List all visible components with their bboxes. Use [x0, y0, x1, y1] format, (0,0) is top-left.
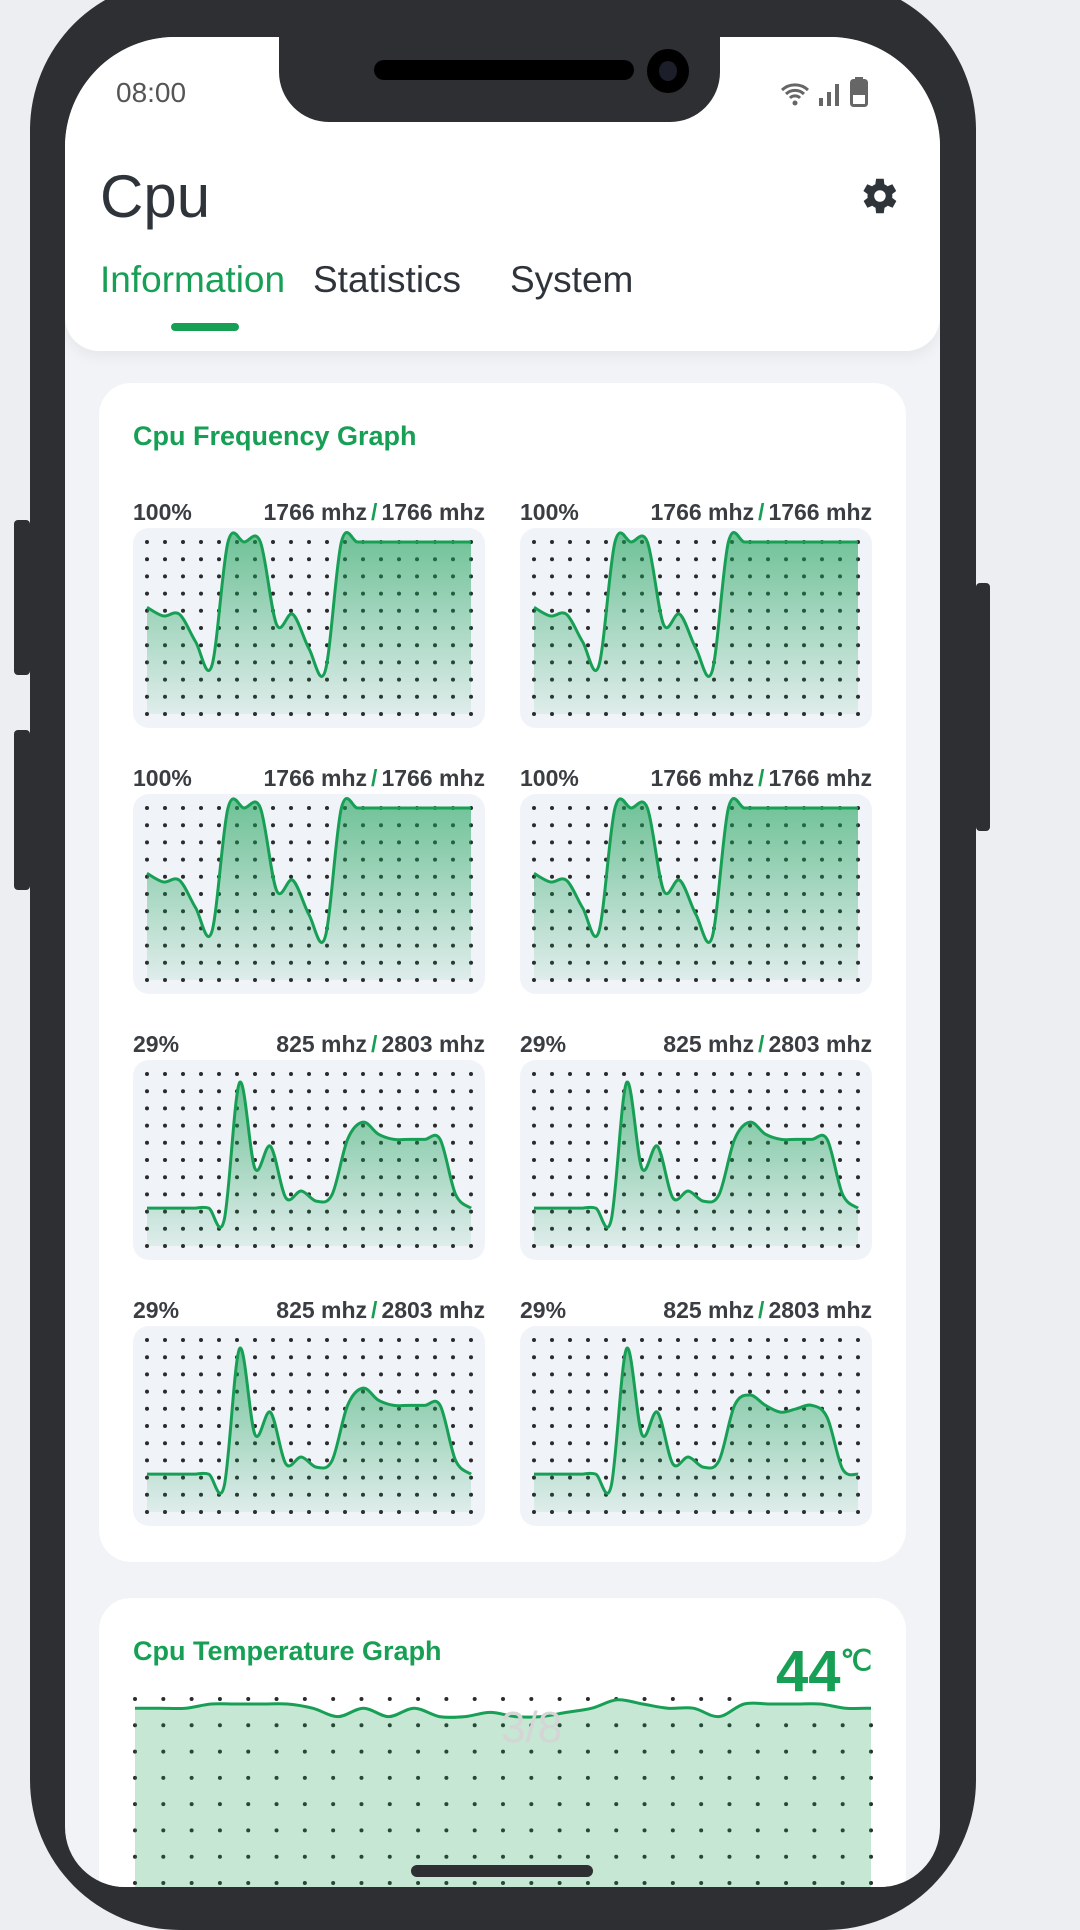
core-frequency: 825 mhz/2803 mhz [663, 1297, 872, 1324]
status-time: 08:00 [116, 77, 187, 108]
core-max-frequency: 2803 mhz [381, 1297, 485, 1323]
core-label: 100% 1766 mhz/1766 mhz [520, 765, 872, 795]
separator: / [758, 499, 765, 525]
core-current-frequency: 825 mhz [276, 1031, 368, 1057]
core-current-frequency: 1766 mhz [263, 499, 368, 525]
separator: / [371, 765, 378, 791]
core-current-frequency: 1766 mhz [263, 765, 368, 791]
frequency-card: Cpu Frequency Graph 100% 1766 mhz/1766 mh… [99, 383, 906, 1562]
core-label: 29% 825 mhz/2803 mhz [133, 1031, 485, 1061]
separator: / [758, 1297, 765, 1323]
core-percent: 100% [133, 765, 192, 791]
core-frequency-graph [133, 1326, 485, 1526]
notch [279, 37, 720, 122]
core-max-frequency: 2803 mhz [768, 1031, 872, 1057]
core-frequency-graph [133, 528, 485, 728]
core-label: 29% 825 mhz/2803 mhz [520, 1031, 872, 1061]
core-current-frequency: 825 mhz [663, 1297, 755, 1323]
core-label: 100% 1766 mhz/1766 mhz [133, 499, 485, 529]
battery-icon [850, 77, 868, 107]
active-tab-indicator [171, 323, 239, 331]
speaker [374, 60, 634, 80]
core-percent: 100% [520, 499, 579, 525]
core-max-frequency: 2803 mhz [381, 1031, 485, 1057]
core-frequency: 825 mhz/2803 mhz [276, 1031, 485, 1058]
separator: / [371, 499, 378, 525]
core-percent: 29% [133, 1297, 180, 1323]
core-frequency-graph [520, 794, 872, 994]
power-button[interactable] [976, 583, 990, 831]
core-frequency-graph [520, 528, 872, 728]
volume-up-button[interactable] [14, 520, 30, 675]
core-frequency-graph [520, 1060, 872, 1260]
core-label: 29% 825 mhz/2803 mhz [133, 1297, 485, 1327]
core-frequency: 825 mhz/2803 mhz [276, 1297, 485, 1324]
core-percent: 29% [520, 1297, 567, 1323]
core-percent: 29% [133, 1031, 180, 1057]
separator: / [758, 1031, 765, 1057]
separator: / [758, 765, 765, 791]
core-frequency: 825 mhz/2803 mhz [663, 1031, 872, 1058]
core-frequency: 1766 mhz/1766 mhz [263, 765, 485, 792]
core-percent: 29% [520, 1031, 567, 1057]
core-label: 100% 1766 mhz/1766 mhz [133, 765, 485, 795]
separator: / [371, 1297, 378, 1323]
tab-information[interactable]: Information [100, 259, 285, 301]
volume-down-button[interactable] [14, 730, 30, 890]
core-percent: 100% [520, 765, 579, 791]
wifi-icon [780, 83, 810, 106]
core-current-frequency: 825 mhz [276, 1297, 368, 1323]
frequency-card-title: Cpu Frequency Graph [133, 421, 417, 451]
core-label: 100% 1766 mhz/1766 mhz [520, 499, 872, 529]
screen: 08:00 Cpu Information Statistics System … [65, 37, 940, 1887]
core-current-frequency: 825 mhz [663, 1031, 755, 1057]
core-max-frequency: 1766 mhz [381, 765, 485, 791]
gear-icon[interactable] [855, 173, 901, 219]
core-max-frequency: 2803 mhz [768, 1297, 872, 1323]
core-max-frequency: 1766 mhz [768, 765, 872, 791]
temperature-card-title: Cpu Temperature Graph [133, 1636, 442, 1666]
core-frequency: 1766 mhz/1766 mhz [650, 499, 872, 526]
home-indicator[interactable] [411, 1865, 593, 1877]
temperature-unit: ℃ [840, 1645, 872, 1676]
status-icons [780, 77, 868, 107]
core-frequency: 1766 mhz/1766 mhz [650, 765, 872, 792]
core-label: 29% 825 mhz/2803 mhz [520, 1297, 872, 1327]
core-percent: 100% [133, 499, 192, 525]
temperature-card: Cpu Temperature Graph 44℃ 3/8 [99, 1598, 906, 1887]
tab-statistics[interactable]: Statistics [313, 259, 461, 301]
core-frequency-graph [520, 1326, 872, 1526]
page-indicator: 3/8 [501, 1703, 563, 1752]
core-current-frequency: 1766 mhz [650, 765, 755, 791]
core-frequency-graph [133, 794, 485, 994]
core-current-frequency: 1766 mhz [650, 499, 755, 525]
core-max-frequency: 1766 mhz [381, 499, 485, 525]
signal-icon [819, 84, 839, 106]
tab-system[interactable]: System [510, 259, 633, 301]
core-frequency: 1766 mhz/1766 mhz [263, 499, 485, 526]
separator: / [371, 1031, 378, 1057]
core-frequency-graph [133, 1060, 485, 1260]
camera [647, 49, 689, 93]
page-title: Cpu [100, 163, 211, 230]
core-max-frequency: 1766 mhz [768, 499, 872, 525]
